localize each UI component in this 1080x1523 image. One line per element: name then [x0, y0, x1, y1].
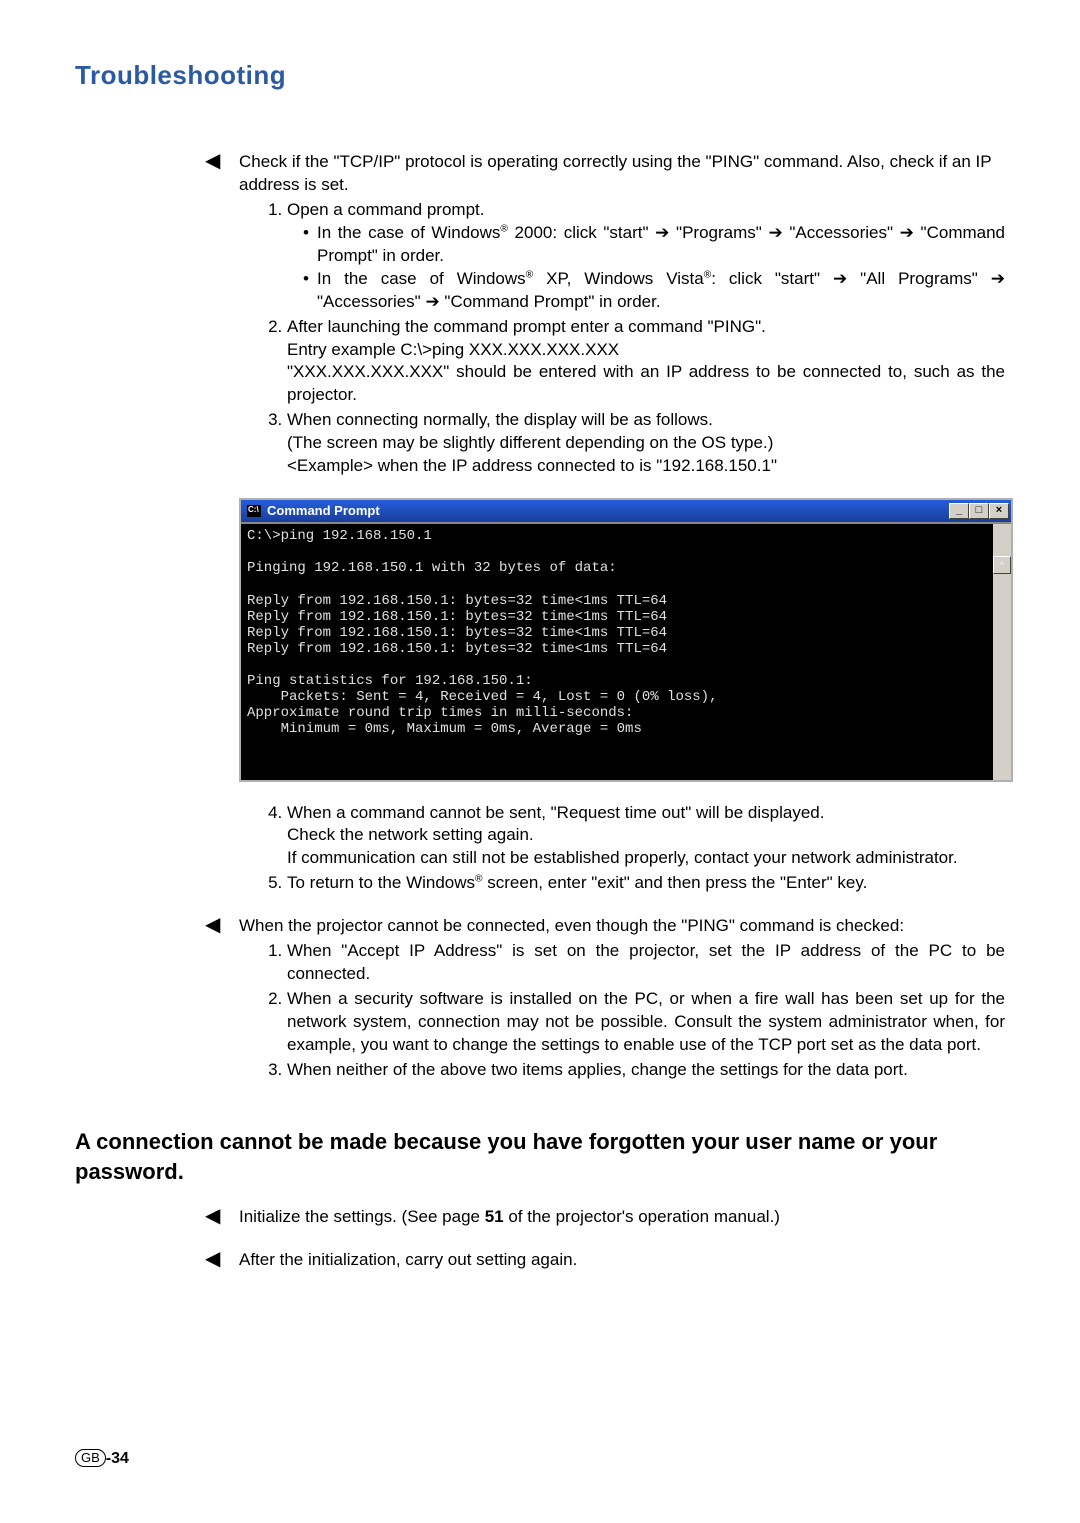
after-init-block: ◀ After the initialization, carry out se…	[205, 1249, 1005, 1272]
step-3: When connecting normally, the display wi…	[287, 409, 1005, 478]
step-2: After launching the command prompt enter…	[287, 316, 1005, 408]
arrow-right-icon: ➔	[655, 223, 669, 242]
step-1-bullet-2: In the case of Windows® XP, Windows Vist…	[303, 268, 1005, 314]
bullet-arrow-icon: ◀	[205, 1249, 220, 1269]
arrow-right-icon: ➔	[900, 223, 914, 242]
page: Troubleshooting ◀ Check if the "TCP/IP" …	[0, 0, 1080, 1523]
bullet-arrow-icon: ◀	[205, 915, 220, 935]
step-4: When a command cannot be sent, "Request …	[287, 802, 1005, 871]
page-footer: GB-34	[75, 1449, 129, 1468]
maximize-button[interactable]: □	[969, 503, 989, 519]
steps-list-1: Open a command prompt. In the case of Wi…	[259, 199, 1005, 478]
arrow-right-icon: ➔	[768, 223, 782, 242]
section-heading-forgot-password: A connection cannot be made because you …	[75, 1127, 1005, 1186]
bullet-arrow-icon: ◀	[205, 1206, 220, 1226]
page-number: -34	[106, 1450, 129, 1467]
step-1-bullet-1: In the case of Windows® 2000: click "sta…	[303, 222, 1005, 268]
steps-list-2: When "Accept IP Address" is set on the p…	[259, 940, 1005, 1082]
page-title: Troubleshooting	[75, 60, 1005, 91]
window-buttons: _ □ ×	[949, 503, 1009, 519]
command-prompt-window: Command Prompt _ □ × C:\>ping 192.168.15…	[239, 498, 1013, 781]
command-prompt-body: C:\>ping 192.168.150.1 Pinging 192.168.1…	[241, 522, 1011, 779]
s2-step-2: When a security software is installed on…	[287, 988, 1005, 1057]
content-area: ◀ Check if the "TCP/IP" protocol is oper…	[205, 151, 1005, 1272]
page-ref: 51	[485, 1207, 504, 1226]
command-prompt-title-text: Command Prompt	[267, 502, 380, 520]
section2-intro: When the projector cannot be connected, …	[239, 915, 1005, 938]
s2-step-3: When neither of the above two items appl…	[287, 1059, 1005, 1082]
arrow-right-icon: ➔	[833, 269, 847, 288]
bullet-arrow-icon: ◀	[205, 151, 220, 171]
command-prompt-icon	[247, 505, 261, 517]
check-tcpip-block: ◀ Check if the "TCP/IP" protocol is oper…	[205, 151, 1005, 895]
close-button[interactable]: ×	[989, 503, 1009, 519]
minimize-button[interactable]: _	[949, 503, 969, 519]
intro-text: Check if the "TCP/IP" protocol is operat…	[239, 151, 1005, 197]
step-5: To return to the Windows® screen, enter …	[287, 872, 1005, 895]
region-badge: GB	[75, 1449, 106, 1467]
scroll-up-button[interactable]: ▴	[993, 556, 1011, 574]
steps-list-1-cont: When a command cannot be sent, "Request …	[259, 802, 1005, 896]
step-1: Open a command prompt. In the case of Wi…	[287, 199, 1005, 314]
command-prompt-titlebar: Command Prompt _ □ ×	[241, 500, 1011, 522]
scrollbar[interactable]: ▴	[993, 524, 1011, 779]
s2-step-1: When "Accept IP Address" is set on the p…	[287, 940, 1005, 986]
init-settings-block: ◀ Initialize the settings. (See page 51 …	[205, 1206, 1005, 1229]
cannot-connect-block: ◀ When the projector cannot be connected…	[205, 915, 1005, 1082]
arrow-right-icon: ➔	[991, 269, 1005, 288]
arrow-right-icon: ➔	[425, 292, 439, 311]
